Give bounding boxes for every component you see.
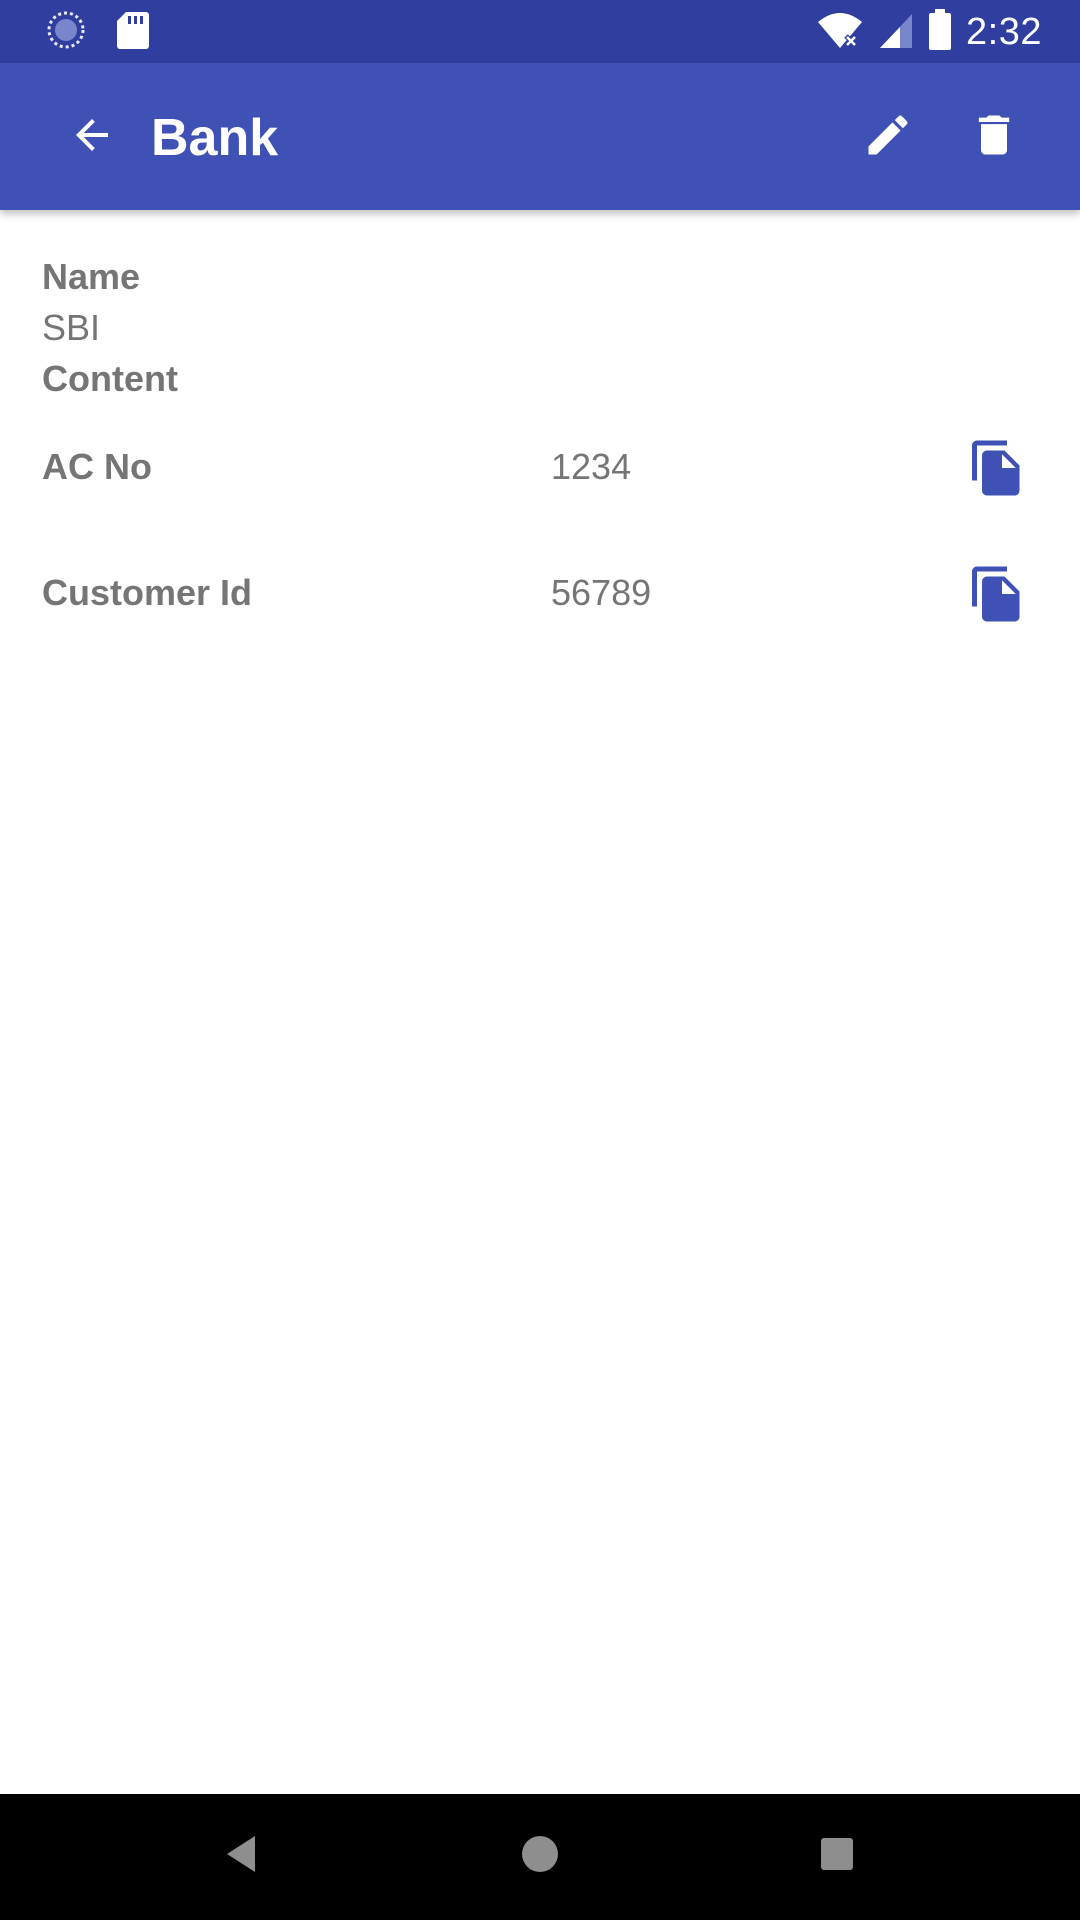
field-value: 1234 bbox=[551, 446, 632, 487]
nav-back-button[interactable] bbox=[201, 1816, 281, 1896]
edit-button[interactable] bbox=[840, 89, 936, 185]
name-value: SBI bbox=[42, 307, 101, 348]
battery-icon bbox=[928, 8, 952, 56]
nav-home-icon bbox=[520, 1834, 560, 1879]
page-title: Bank bbox=[151, 109, 279, 167]
field-label: AC No bbox=[42, 446, 152, 487]
nav-back-icon bbox=[221, 1832, 261, 1881]
nav-home-button[interactable] bbox=[500, 1816, 580, 1896]
navigation-bar bbox=[0, 1794, 1080, 1920]
app-bar: Bank bbox=[0, 63, 1080, 210]
copy-customer-id-button[interactable] bbox=[961, 560, 1033, 632]
name-label: Name bbox=[42, 256, 141, 297]
delete-button[interactable] bbox=[946, 89, 1042, 185]
pencil-icon bbox=[862, 109, 914, 166]
status-bar: 2:32 bbox=[0, 0, 1080, 63]
status-time: 2:32 bbox=[966, 10, 1042, 53]
nav-recents-button[interactable] bbox=[797, 1816, 877, 1896]
wifi-off-icon bbox=[816, 10, 864, 55]
sd-card-icon bbox=[116, 10, 150, 55]
back-button[interactable] bbox=[44, 89, 140, 185]
field-label: Customer Id bbox=[42, 572, 253, 613]
copy-icon bbox=[967, 564, 1027, 629]
content-label: Content bbox=[42, 358, 178, 399]
loading-spinner-icon bbox=[46, 10, 86, 55]
copy-icon bbox=[967, 438, 1027, 503]
nav-recents-icon bbox=[819, 1836, 855, 1877]
signal-icon bbox=[878, 10, 914, 55]
status-right-icons: 2:32 bbox=[816, 8, 1042, 56]
arrow-back-icon bbox=[68, 111, 116, 164]
status-left-icons bbox=[46, 10, 150, 54]
copy-ac-no-button[interactable] bbox=[961, 434, 1033, 506]
field-value: 56789 bbox=[551, 572, 652, 613]
trash-icon bbox=[968, 109, 1020, 166]
